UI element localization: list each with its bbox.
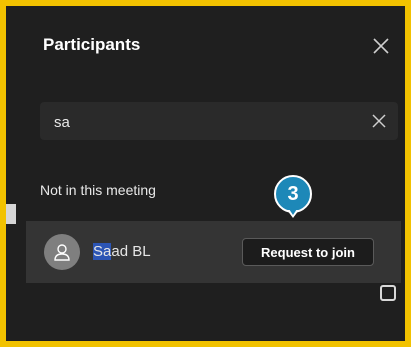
- step-badge: 3: [274, 175, 312, 213]
- search-box: [40, 102, 398, 140]
- search-input[interactable]: [52, 108, 356, 136]
- step-badge-pointer-fill: [289, 209, 297, 215]
- clear-search-button[interactable]: [368, 110, 390, 132]
- checkbox[interactable]: [380, 285, 396, 301]
- person-icon: [54, 244, 70, 261]
- avatar: [44, 234, 80, 270]
- edge-notch: [6, 204, 16, 224]
- participant-row[interactable]: Saad BL Request to join: [26, 221, 401, 283]
- panel-title: Participants: [43, 35, 141, 54]
- panel-header: Participants: [43, 33, 398, 61]
- request-to-join-button[interactable]: Request to join: [242, 238, 374, 266]
- participants-panel: Participants Not in this meeting Saad BL…: [0, 0, 411, 347]
- section-label: Not in this meeting: [40, 182, 156, 198]
- close-button[interactable]: [368, 33, 394, 59]
- participant-name: Saad BL: [93, 243, 151, 260]
- close-icon: [373, 38, 389, 54]
- search-match-highlight: Sa: [93, 243, 112, 260]
- close-icon: [372, 114, 386, 128]
- participant-name-rest: ad BL: [111, 243, 151, 260]
